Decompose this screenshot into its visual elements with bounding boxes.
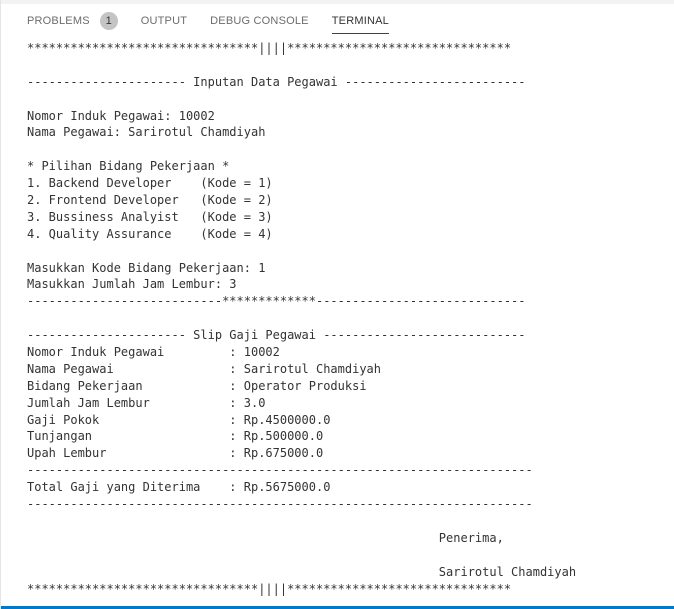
terminal-line: 2. Frontend Developer (Kode = 2) <box>27 193 273 208</box>
terminal-line: Nama Pegawai: Sarirotul Chamdiyah <box>27 125 266 140</box>
terminal-line: Masukkan Kode Bidang Pekerjaan: 1 <box>27 260 266 275</box>
tab-output[interactable]: OUTPUT <box>141 4 187 38</box>
tab-terminal-label: TERMINAL <box>331 15 389 27</box>
terminal-output[interactable]: ********************************||||****… <box>27 40 667 609</box>
terminal-line: 1. Backend Developer (Kode = 1) <box>27 176 273 191</box>
terminal-line: Penerima, <box>27 530 504 545</box>
terminal-line: ----------------------------------------… <box>27 463 533 478</box>
tab-terminal[interactable]: TERMINAL <box>331 4 390 38</box>
terminal-line: Tunjangan : Rp.500000.0 <box>27 429 324 444</box>
tab-output-label: OUTPUT <box>140 15 188 27</box>
tab-problems-label: PROBLEMS <box>27 15 90 27</box>
tab-problems[interactable]: PROBLEMS 1 <box>27 4 118 38</box>
terminal-panel: PROBLEMS 1 OUTPUT DEBUG CONSOLE TERMINAL… <box>0 0 674 609</box>
terminal-line: Jumlah Jam Lembur : 3.0 <box>27 395 266 410</box>
terminal-line: ---------------------------*************… <box>27 294 526 309</box>
terminal-line: Gaji Pokok : Rp.4500000.0 <box>27 412 331 427</box>
terminal-line: Masukkan Jumlah Jam Lembur: 3 <box>27 277 237 292</box>
terminal-line: ----------------------------------------… <box>27 497 533 512</box>
terminal-line: Nama Pegawai : Sarirotul Chamdiyah <box>27 361 382 376</box>
terminal-line: ********************************||||****… <box>27 41 512 55</box>
panel-tab-bar: PROBLEMS 1 OUTPUT DEBUG CONSOLE TERMINAL <box>1 4 674 38</box>
tab-debug-console-label: DEBUG CONSOLE <box>210 15 309 27</box>
problems-count-badge: 1 <box>99 12 118 30</box>
terminal-line: 4. Quality Assurance (Kode = 4) <box>27 226 273 241</box>
terminal-line: Nomor Induk Pegawai : 10002 <box>27 345 280 360</box>
terminal-line: Bidang Pekerjaan : Operator Produksi <box>27 378 367 393</box>
terminal-line: 3. Bussiness Analyist (Kode = 3) <box>27 209 273 224</box>
terminal-line: * Pilihan Bidang Pekerjaan * <box>27 159 230 174</box>
terminal-line: ---------------------- Slip Gaji Pegawai… <box>27 328 526 343</box>
terminal-line: Sarirotul Chamdiyah <box>27 564 577 579</box>
tab-debug-console[interactable]: DEBUG CONSOLE <box>210 4 309 38</box>
terminal-line: ---------------------- Inputan Data Pega… <box>27 74 526 89</box>
terminal-line: Upah Lembur : Rp.675000.0 <box>27 446 324 461</box>
terminal-line: ********************************||||****… <box>27 581 512 596</box>
terminal-line: Total Gaji yang Diterima : Rp.5675000.0 <box>27 480 331 495</box>
terminal-line: Nomor Induk Pegawai: 10002 <box>27 108 215 123</box>
